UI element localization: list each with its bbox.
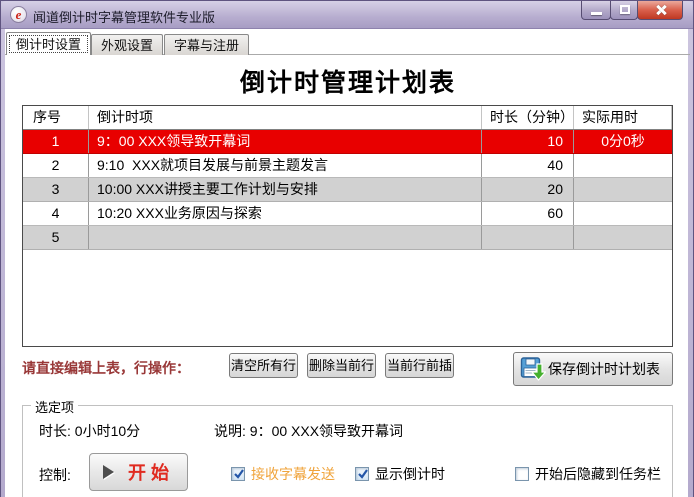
header-duration[interactable]: 时长（分钟） xyxy=(482,106,574,129)
checkbox-receive-subtitles[interactable]: 接收字幕发送 xyxy=(231,464,335,484)
checkbox-label: 接收字幕发送 xyxy=(251,466,335,482)
app-window: e 闻道倒计时字幕管理软件专业版 倒计时设置 外观设置 字幕与注册 倒计时管理计… xyxy=(0,0,694,497)
checkbox-label: 显示倒计时 xyxy=(375,466,445,482)
selected-duration-text: 时长: 0小时10分 xyxy=(39,423,141,439)
table-row[interactable]: 5 xyxy=(23,226,672,250)
cell-no[interactable]: 1 xyxy=(23,130,89,153)
header-item[interactable]: 倒计时项 xyxy=(89,106,482,129)
cell-item[interactable]: 9:10 XXX就项目发展与前景主题发言 xyxy=(89,154,482,177)
tab-countdown-settings[interactable]: 倒计时设置 xyxy=(6,32,92,55)
row-ops-label: 请直接编辑上表，行操作： xyxy=(22,360,190,376)
cell-item[interactable]: 10:00 XXX讲授主要工作计划与安排 xyxy=(89,178,482,201)
cell-actual[interactable] xyxy=(574,178,672,201)
cell-item[interactable] xyxy=(89,226,482,249)
table-row[interactable]: 3 10:00 XXX讲授主要工作计划与安排 20 xyxy=(23,178,672,202)
cell-duration[interactable]: 40 xyxy=(482,154,574,177)
cell-duration[interactable]: 10 xyxy=(482,130,574,153)
cell-item[interactable]: 10:20 XXX业务原因与探索 xyxy=(89,202,482,225)
minimize-icon xyxy=(591,12,602,15)
table-header-row: 序号 倒计时项 时长（分钟） 实际用时 xyxy=(23,106,672,130)
insert-before-row-button[interactable]: 当前行前插 xyxy=(385,353,454,378)
cell-actual[interactable]: 0分0秒 xyxy=(574,130,672,153)
tab-label: 字幕与注册 xyxy=(174,38,240,53)
titlebar: e 闻道倒计时字幕管理软件专业版 xyxy=(1,1,693,29)
checkbox-checked-icon xyxy=(231,467,245,481)
checkbox-hide-to-taskbar[interactable]: 开始后隐藏到任务栏 xyxy=(515,464,661,484)
cell-no[interactable]: 5 xyxy=(23,226,89,249)
cell-item[interactable]: 9：00 XXX领导致开幕词 xyxy=(89,130,482,153)
table-row-selected[interactable]: 1 9：00 XXX领导致开幕词 10 0分0秒 xyxy=(23,130,672,154)
groupbox-label: 选定项 xyxy=(31,397,79,416)
tab-strip: 倒计时设置 外观设置 字幕与注册 xyxy=(5,32,690,55)
maximize-button[interactable] xyxy=(610,1,638,20)
cell-duration[interactable]: 60 xyxy=(482,202,574,225)
window-title: 闻道倒计时字幕管理软件专业版 xyxy=(33,10,216,25)
schedule-table: 序号 倒计时项 时长（分钟） 实际用时 1 9：00 XXX领导致开幕词 10 … xyxy=(22,105,673,347)
app-logo-icon: e xyxy=(10,6,27,23)
tab-appearance-settings[interactable]: 外观设置 xyxy=(91,34,164,55)
save-schedule-button[interactable]: 保存倒计时计划表 xyxy=(513,352,673,386)
cell-duration[interactable] xyxy=(482,226,574,249)
maximize-icon xyxy=(620,5,630,14)
save-button-label: 保存倒计时计划表 xyxy=(548,361,660,377)
tab-subtitle-register[interactable]: 字幕与注册 xyxy=(164,34,250,55)
checkbox-label: 开始后隐藏到任务栏 xyxy=(535,466,661,482)
checkbox-checked-icon xyxy=(355,467,369,481)
minimize-button[interactable] xyxy=(581,1,611,20)
header-actual[interactable]: 实际用时 xyxy=(574,106,672,129)
header-no[interactable]: 序号 xyxy=(23,106,89,129)
checkbox-row: 接收字幕发送 显示倒计时 开始后隐藏到任务栏 xyxy=(1,464,694,484)
page-title: 倒计时管理计划表 xyxy=(239,69,456,97)
selected-description-text: 说明: 9：00 XXX领导致开幕词 xyxy=(214,423,404,439)
cell-duration[interactable]: 20 xyxy=(482,178,574,201)
clear-all-rows-button[interactable]: 清空所有行 xyxy=(229,353,298,378)
cell-actual[interactable] xyxy=(574,202,672,225)
tab-focus-rect xyxy=(9,35,89,53)
cell-no[interactable]: 2 xyxy=(23,154,89,177)
close-button[interactable] xyxy=(637,1,683,20)
table-row[interactable]: 2 9:10 XXX就项目发展与前景主题发言 40 xyxy=(23,154,672,178)
close-icon xyxy=(655,4,667,16)
cell-no[interactable]: 4 xyxy=(23,202,89,225)
cell-no[interactable]: 3 xyxy=(23,178,89,201)
table-row[interactable]: 4 10:20 XXX业务原因与探索 60 xyxy=(23,202,672,226)
cell-actual[interactable] xyxy=(574,226,672,249)
checkbox-show-countdown[interactable]: 显示倒计时 xyxy=(355,464,445,484)
checkbox-unchecked-icon xyxy=(515,467,529,481)
tab-label: 外观设置 xyxy=(101,38,154,53)
floppy-save-icon xyxy=(520,357,546,381)
delete-current-row-button[interactable]: 删除当前行 xyxy=(307,353,376,378)
cell-actual[interactable] xyxy=(574,154,672,177)
